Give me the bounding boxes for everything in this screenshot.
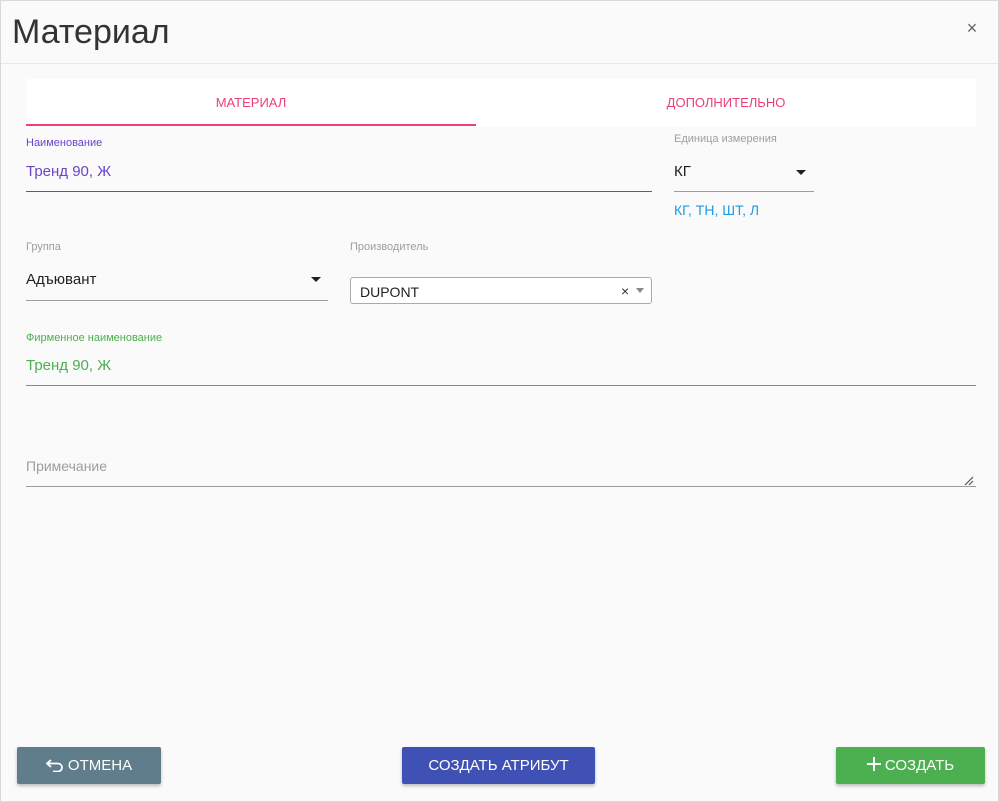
group-chevron-down-icon[interactable] [311, 277, 321, 282]
chevron-down-icon[interactable] [636, 288, 644, 293]
dialog-title: Материал [12, 13, 170, 51]
tab-bar: МАТЕРИАЛ ДОПОЛНИТЕЛЬНО [26, 79, 976, 127]
dialog-header: Материал × [1, 1, 998, 64]
active-tab-indicator [26, 124, 476, 126]
brand-name-input[interactable]: Тренд 90, Ж [26, 357, 111, 374]
create-attribute-button[interactable]: СОЗДАТЬ АТРИБУТ [402, 747, 595, 784]
cancel-button-label: ОТМЕНА [67, 757, 133, 774]
unit-chevron-down-icon[interactable] [796, 170, 806, 175]
plus-icon [866, 757, 881, 771]
unit-label: Единица измерения [674, 133, 777, 145]
name-input[interactable]: Тренд 90, Ж [26, 163, 111, 180]
tab-additional[interactable]: ДОПОЛНИТЕЛЬНО [501, 79, 951, 127]
manufacturer-label: Производитель [350, 241, 429, 253]
clear-icon[interactable]: × [621, 283, 629, 299]
create-attribute-button-label: СОЗДАТЬ АТРИБУТ [428, 757, 569, 774]
manufacturer-value: DUPONT [360, 284, 420, 300]
tab-material[interactable]: МАТЕРИАЛ [26, 79, 476, 127]
name-underline [26, 191, 652, 192]
brand-name-label: Фирменное наименование [26, 332, 163, 344]
group-select[interactable]: Адъювант [26, 271, 96, 288]
group-label: Группа [26, 241, 61, 253]
unit-underline [674, 191, 814, 192]
close-icon[interactable]: × [963, 19, 981, 37]
name-label: Наименование [26, 137, 103, 149]
resize-handle-icon[interactable] [963, 475, 974, 486]
manufacturer-select[interactable]: DUPONT × [350, 277, 652, 304]
note-textarea[interactable]: Примечание [26, 458, 107, 474]
unit-select[interactable]: КГ [674, 163, 691, 180]
create-button-label: СОЗДАТЬ [884, 757, 955, 774]
cancel-button[interactable]: ОТМЕНА [17, 747, 161, 784]
material-dialog: Материал × МАТЕРИАЛ ДОПОЛНИТЕЛЬНО Наимен… [0, 0, 999, 802]
group-underline [26, 300, 328, 301]
undo-icon [45, 759, 63, 772]
create-button[interactable]: СОЗДАТЬ [836, 747, 985, 784]
unit-options-hint: КГ, ТН, ШТ, Л [674, 202, 760, 218]
brand-name-underline [26, 385, 976, 386]
note-underline [26, 486, 976, 487]
